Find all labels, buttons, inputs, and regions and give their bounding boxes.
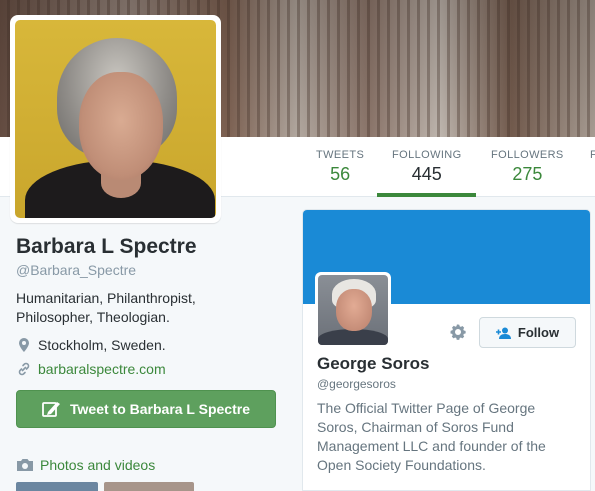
- nav-followers-count: 275: [512, 164, 543, 184]
- photo-thumbnail[interactable]: [104, 482, 194, 491]
- add-user-icon: [495, 327, 511, 339]
- card-avatar[interactable]: [315, 272, 391, 348]
- nav-followers[interactable]: FOLLOWERS 275: [491, 149, 564, 185]
- photo-thumbnail[interactable]: [16, 482, 98, 491]
- photos-videos-label: Photos and videos: [40, 457, 156, 473]
- nav-tweets[interactable]: TWEETS 56: [316, 149, 364, 185]
- nav-tweets-label: TWEETS: [316, 149, 365, 161]
- photo-face: [79, 72, 163, 180]
- link-icon: [18, 362, 30, 376]
- photos-videos-link[interactable]: Photos and videos: [16, 457, 155, 473]
- who-to-follow-card: Follow George Soros @georgesoros The Off…: [302, 209, 591, 491]
- profile-photo: [15, 20, 216, 218]
- tweet-to-button[interactable]: Tweet to Barbara L Spectre: [16, 390, 276, 428]
- profile-handle[interactable]: @Barbara_Spectre: [16, 262, 136, 278]
- gear-icon[interactable]: [449, 323, 467, 341]
- card-bio: The Official Twitter Page of George Soro…: [317, 400, 546, 473]
- nav-active-underline: [377, 193, 476, 197]
- card-photo-face: [336, 289, 372, 331]
- profile-location-text: Stockholm, Sweden.: [38, 337, 166, 353]
- profile-avatar[interactable]: [10, 15, 221, 223]
- card-photo-suit: [318, 329, 388, 345]
- compose-icon: [42, 402, 60, 417]
- card-name[interactable]: George Soros: [317, 354, 429, 374]
- nav-tweets-count: 56: [330, 164, 351, 184]
- profile-name[interactable]: Barbara L Spectre: [16, 235, 197, 259]
- nav-followers-label: FOLLOWERS: [491, 149, 564, 161]
- follow-button-label: Follow: [517, 325, 560, 340]
- location-pin-icon: [19, 338, 29, 352]
- card-handle[interactable]: @georgesoros: [317, 377, 396, 391]
- card-photo: [318, 275, 388, 345]
- profile-bio: Humanitarian, Philanthropist, Philosophe…: [16, 290, 196, 325]
- camera-icon: [17, 459, 33, 471]
- nav-following-count: 445: [411, 164, 442, 184]
- follow-button[interactable]: Follow: [479, 317, 576, 348]
- nav-following-label: FOLLOWING: [392, 149, 462, 161]
- profile-location: Stockholm, Sweden.: [16, 337, 166, 353]
- tweet-to-button-label: Tweet to Barbara L Spectre: [70, 401, 250, 417]
- profile-url[interactable]: barbaralspectre.com: [16, 361, 166, 377]
- nav-following[interactable]: FOLLOWING 445: [392, 149, 462, 185]
- profile-url-text[interactable]: barbaralspectre.com: [38, 361, 166, 377]
- nav-more-cutoff: F: [590, 149, 595, 161]
